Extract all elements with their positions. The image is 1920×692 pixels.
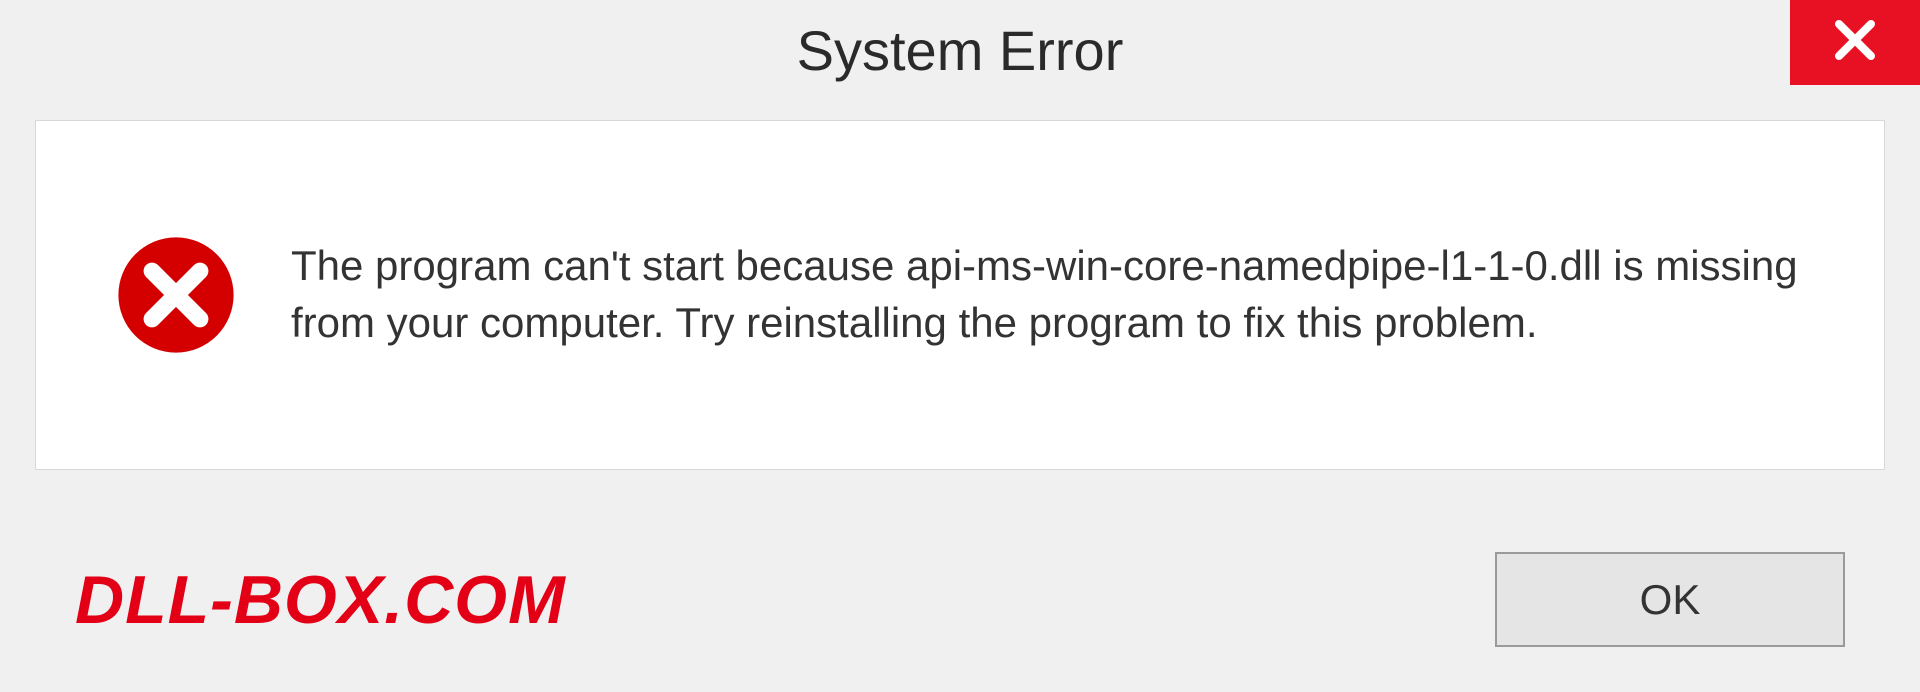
error-message: The program can't start because api-ms-w… (291, 238, 1824, 351)
dialog-title: System Error (797, 18, 1124, 83)
watermark-text: DLL-BOX.COM (75, 561, 566, 639)
titlebar: System Error (0, 0, 1920, 100)
ok-button[interactable]: OK (1495, 552, 1845, 647)
footer: DLL-BOX.COM OK (0, 507, 1920, 692)
close-button[interactable] (1790, 0, 1920, 85)
content-panel: The program can't start because api-ms-w… (35, 120, 1885, 470)
close-icon (1831, 16, 1879, 69)
error-icon (116, 235, 236, 355)
